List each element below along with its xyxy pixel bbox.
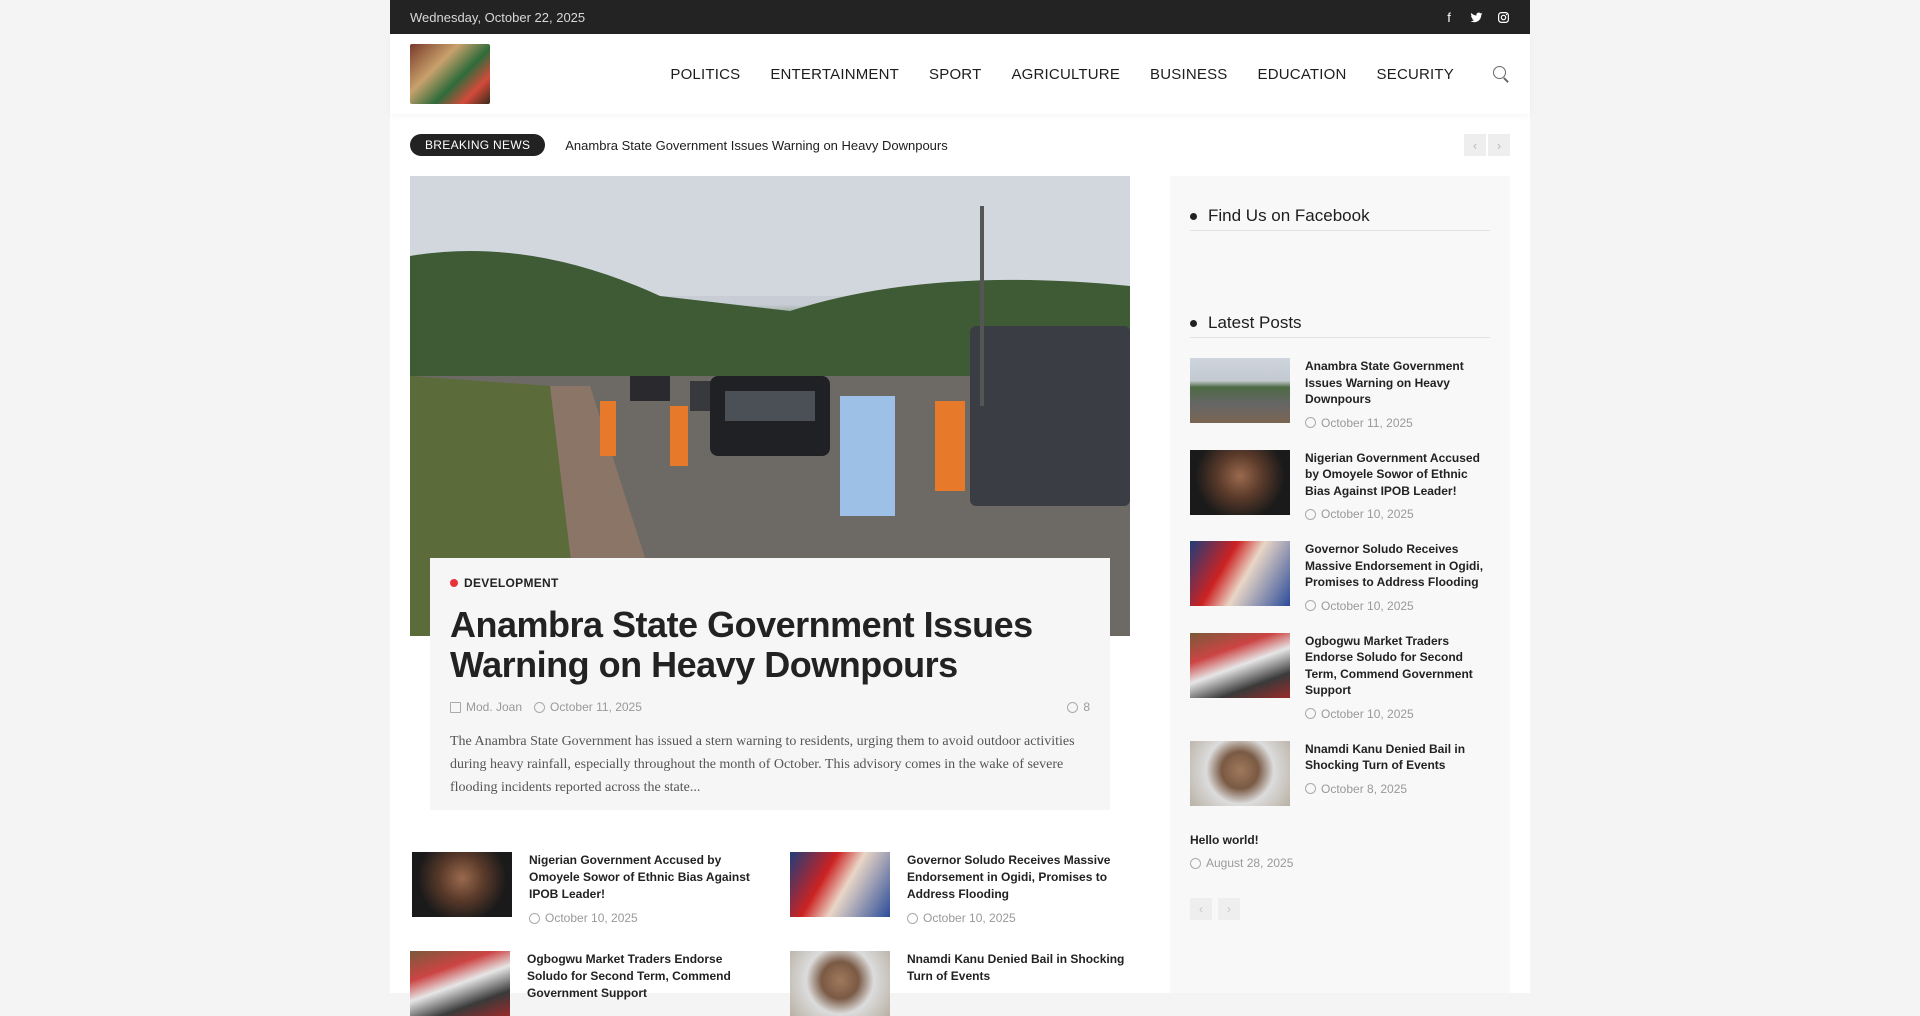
post-thumbnail[interactable] [1190,358,1290,423]
post-title[interactable]: Ogbogwu Market Traders Endorse Soludo fo… [527,951,752,1002]
site-header: POLITICS ENTERTAINMENT SPORT AGRICULTURE… [390,34,1530,114]
social-links: f [1442,10,1510,25]
hero-meta: Mod. Joan October 11, 2025 8 [450,700,1090,714]
nav-business[interactable]: BUSINESS [1150,66,1227,83]
clock-icon [907,912,918,924]
post-thumbnail[interactable] [790,951,890,1016]
post-title[interactable]: Anambra State Government Issues Warning … [1305,358,1490,408]
clock-icon [1305,417,1316,428]
post-date: October 8, 2025 [1321,781,1408,796]
twitter-icon[interactable] [1469,10,1483,24]
post-title[interactable]: Ogbogwu Market Traders Endorse Soludo fo… [1305,633,1490,699]
clock-icon [1305,783,1316,794]
grid-post: Nigerian Government Accused by Omoyele S… [412,852,754,925]
latest-post: Hello world! August 28, 2025 [1190,832,1490,870]
instagram-icon[interactable] [1496,10,1510,24]
pager-prev-button[interactable]: ‹ [1190,898,1212,920]
post-date: October 10, 2025 [1321,598,1414,613]
post-thumbnail[interactable] [790,852,890,917]
latest-post: Ogbogwu Market Traders Endorse Soludo fo… [1190,632,1490,721]
hero-category[interactable]: DEVELOPMENT [450,576,1090,590]
pager-next-button[interactable]: › [1218,898,1240,920]
breaking-news-badge: BREAKING NEWS [410,134,546,156]
clock-icon [534,701,546,713]
latest-post: Anambra State Government Issues Warning … [1190,358,1490,430]
ticker-nav: ‹ › [1464,134,1510,156]
post-thumbnail[interactable] [1190,632,1290,698]
hero-date: October 11, 2025 [550,700,642,714]
latest-posts-pager: ‹ › [1190,898,1490,920]
top-bar: Wednesday, October 22, 2025 f [390,0,1530,34]
search-icon[interactable] [1492,65,1510,83]
grid-post: Governor Soludo Receives Massive Endorse… [790,852,1132,925]
like-icon [1067,701,1079,713]
post-date: August 28, 2025 [1206,856,1294,870]
clock-icon [1305,508,1316,520]
ticker-next-button[interactable]: › [1488,134,1510,156]
facebook-icon[interactable]: f [1442,10,1456,25]
latest-post: Governor Soludo Receives Massive Endorse… [1190,541,1490,613]
nav-education[interactable]: EDUCATION [1258,66,1347,83]
grid-post: Ogbogwu Market Traders Endorse Soludo fo… [410,951,752,1016]
nav-sport[interactable]: SPORT [929,66,981,83]
post-thumbnail[interactable] [1190,740,1290,806]
author-icon [450,701,461,713]
clock-icon [1305,708,1316,719]
post-date: October 10, 2025 [545,911,638,925]
ticker-prev-button[interactable]: ‹ [1464,134,1486,156]
post-thumbnail[interactable] [410,951,510,1016]
nav-politics[interactable]: POLITICS [670,66,740,83]
facebook-widget-body [1190,231,1490,313]
post-thumbnail[interactable] [412,852,512,917]
hero-card: DEVELOPMENT Anambra State Government Iss… [430,558,1110,810]
post-title[interactable]: Nigerian Government Accused by Omoyele S… [1305,450,1490,500]
nav-agriculture[interactable]: AGRICULTURE [1011,66,1120,83]
main-nav: POLITICS ENTERTAINMENT SPORT AGRICULTURE… [640,65,1510,83]
post-thumbnail[interactable] [1190,449,1290,515]
post-title[interactable]: Nigerian Government Accused by Omoyele S… [529,852,754,903]
hero-author[interactable]: Mod. Joan [466,700,522,714]
breaking-news-bar: BREAKING NEWS Anambra State Government I… [410,134,1510,156]
post-title[interactable]: Nnamdi Kanu Denied Bail in Shocking Turn… [907,951,1132,985]
post-title[interactable]: Governor Soludo Receives Massive Endorse… [907,852,1132,903]
current-date: Wednesday, October 22, 2025 [410,9,586,25]
grid-post: Nnamdi Kanu Denied Bail in Shocking Turn… [790,951,1132,1016]
hero-excerpt: The Anambra State Government has issued … [450,734,1075,795]
nav-entertainment[interactable]: ENTERTAINMENT [770,66,899,83]
clock-icon [1190,857,1201,869]
hero-likes: 8 [1083,700,1090,714]
page: Wednesday, October 22, 2025 f POLITICS E… [390,0,1530,1016]
post-date: October 10, 2025 [1321,507,1414,521]
clock-icon [1305,600,1316,611]
sidebar: Find Us on Facebook Latest Posts Anambra… [1170,176,1510,993]
clock-icon [529,912,540,924]
post-title[interactable]: Hello world! [1190,832,1293,849]
breaking-headline[interactable]: Anambra State Government Issues Warning … [565,138,947,153]
post-date: October 10, 2025 [923,911,1016,925]
post-date: October 11, 2025 [1321,415,1413,430]
post-title[interactable]: Governor Soludo Receives Massive Endorse… [1305,541,1490,591]
latest-post: Nnamdi Kanu Denied Bail in Shocking Turn… [1190,740,1490,806]
post-date: October 10, 2025 [1321,706,1414,721]
post-title[interactable]: Nnamdi Kanu Denied Bail in Shocking Turn… [1305,741,1490,774]
site-logo[interactable] [410,44,490,104]
hero-title[interactable]: Anambra State Government Issues Warning … [450,605,1090,685]
latest-post: Nigerian Government Accused by Omoyele S… [1190,449,1490,521]
latest-posts-title: Latest Posts [1190,313,1490,338]
post-thumbnail[interactable] [1190,541,1290,606]
nav-security[interactable]: SECURITY [1377,66,1454,83]
facebook-widget-title: Find Us on Facebook [1190,206,1490,231]
